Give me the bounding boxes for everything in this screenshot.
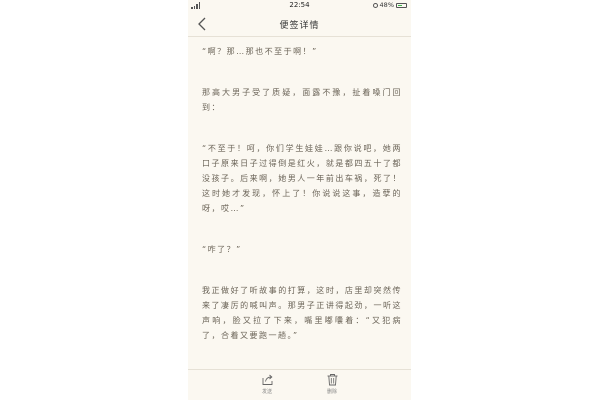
send-button[interactable]: 发送 [252,373,282,395]
note-paragraph: “啊？那…那也不至于啊！” [202,47,318,56]
delete-button[interactable]: 删除 [317,373,347,395]
share-icon [262,374,272,385]
delete-label: 删除 [326,389,337,395]
status-right: 48% [372,1,407,9]
note-paragraph: “不至于！呵，你们学生娃娃…跟你说吧，她两口子原来日子过得倒是红火，就是都四五十… [202,144,402,213]
send-label: 发送 [261,389,272,395]
note-paragraph: 那高大男子受了质疑，面露不豫，扯着嗓门回到： [202,88,402,112]
phone-screen: 22:54 48% 便签详情 “啊？那…那也不至于啊！” 那高大男子受了质疑，面… [188,0,411,400]
note-paragraph: 我正做好了听故事的打算，这时，店里却突然传来了凄厉的喊叫声。那男子正讲得起劲，一… [202,286,402,340]
battery-percent: 48% [379,1,394,9]
alarm-icon [372,2,378,8]
page-title: 便签详情 [279,21,320,31]
bottom-toolbar: 发送 删除 [188,369,411,400]
note-content: “啊？那…那也不至于啊！” 那高大男子受了质疑，面露不豫，扯着嗓门回到： “不至… [202,44,402,364]
status-bar: 22:54 48% [188,0,411,12]
note-paragraph: “咋了？” [202,245,242,254]
battery-icon [396,2,407,8]
nav-bar: 便签详情 [188,12,411,37]
trash-icon [327,374,337,386]
